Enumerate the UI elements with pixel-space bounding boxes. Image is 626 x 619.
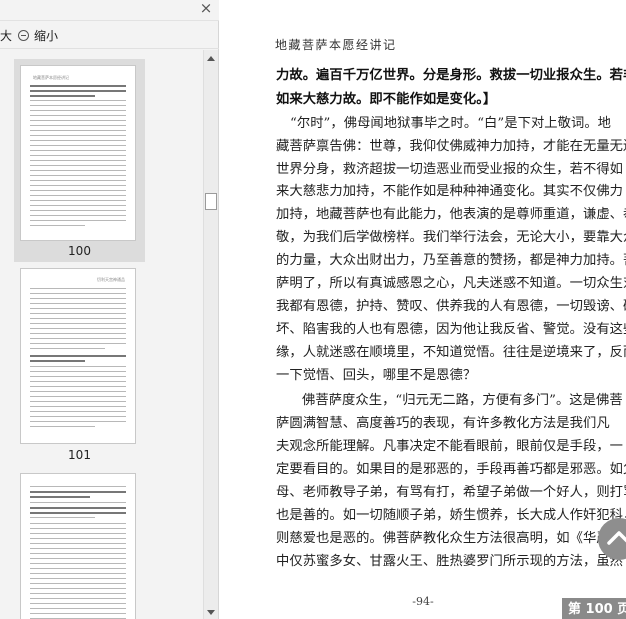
text-line: 来大慈悲力加持，不能作如是种种神通变化。其实不仅佛力 [276, 184, 624, 199]
text-line: 加持，地藏菩萨也有此能力，他表演的是尊师重道，谦虚、恭 [276, 207, 626, 222]
text-line: 萨明了，所以有真诚感恩之心，凡夫迷惑不知道。一切众生对 [276, 276, 626, 291]
thumbnail-scrollbar[interactable] [203, 50, 218, 619]
thumbnail-image: 忉利天宫神通品 [20, 268, 136, 444]
scroll-down-icon[interactable] [207, 610, 215, 615]
text-line: 夫观念所能理解。凡事决定不能看眼前，眼前仅是手段，一 [276, 439, 624, 454]
text-line: 的力量，大众出财出力，乃至善意的赞扬，都是神力加持。菩 [276, 253, 626, 268]
close-icon[interactable]: × [199, 0, 213, 18]
zoom-out-icon [18, 29, 30, 41]
text-line: 缘，人就迷惑在顺境里，不知道觉悟。往往是逆境来了，反而能 [276, 345, 626, 360]
thumbnail-header: 地藏菩萨本愿经讲记 [33, 75, 69, 80]
thumbnail-list: 地藏菩萨本愿经讲记 100 忉利天宫神通品 101 [0, 50, 203, 619]
back-to-top-icon [607, 531, 626, 545]
text-line: 中仅苏蜜多女、甘露火王、胜热婆罗门所示现的方法，虽然 [276, 554, 624, 569]
zoom-out-button[interactable]: 缩小 [18, 27, 58, 44]
text-line: 如来大慈力故。即不能作如是变化。】 [276, 92, 497, 107]
thumbnail-page-101[interactable]: 忉利天宫神通品 101 [14, 262, 145, 467]
text-line: 定要看目的。如果目的是邪恶的，手段再善巧都是邪恶。如父 [276, 462, 626, 477]
text-line: 母、老师教导子弟，有骂有打，希望子弟做一个好人，则打骂 [276, 485, 626, 500]
thumbnail-page-100[interactable]: 地藏菩萨本愿经讲记 100 [14, 59, 145, 262]
thumbnail-image: 地藏菩萨本愿经讲记 [20, 65, 136, 241]
thumbnail-label: 101 [68, 448, 91, 462]
thumbnail-image [20, 473, 136, 619]
thumbnail-panel: × 大 缩小 地藏菩萨本愿经讲记 100 忉利天宫神通品 101 [0, 0, 219, 619]
text-line: 藏菩萨禀告佛：世尊，我仰仗佛威神力加持，才能在无量无边 [276, 139, 626, 154]
thumbnail-page-102[interactable] [14, 467, 145, 619]
panel-top-strip: × [0, 0, 219, 21]
scroll-up-icon[interactable] [207, 56, 215, 61]
text-line: 力故。遍百千万亿世界。分是身形。救拔一切业报众生。若非 [276, 68, 626, 83]
zoom-out-label: 缩小 [34, 28, 59, 43]
thumbnail-header: 忉利天宫神通品 [97, 277, 125, 282]
text-line: 敬，为我们后学做榜样。我们举行法会，无论大小，要靠大众 [276, 230, 626, 245]
text-line: 萨圆满智慧、高度善巧的表现，有许多教化方法是我们凡 [276, 416, 610, 431]
document-page: 地藏菩萨本愿经讲记 力故。遍百千万亿世界。分是身形。救拔一切业报众生。若非 如来… [220, 0, 626, 619]
text-line: 则慈爱也是恶的。佛菩萨教化众生方法很高明，如《华严经》 [276, 531, 626, 546]
text-line: 坏、陷害我的人也有恩德，因为他让我反省、警觉。没有这些逆 [276, 322, 626, 337]
current-page-indicator: 第 100 页 [562, 598, 626, 619]
text-line: 一下觉悟、回头，哪里不是恩德？ [276, 368, 477, 383]
text-line: 也是善的。如一切随顺子弟，娇生惯养，长大成人作奸犯科， [276, 508, 626, 523]
text-line: 我都有恩德，护持、赞叹、供养我的人有恩德，一切毁谤、破 [276, 299, 626, 314]
zoom-in-button[interactable]: 大 [0, 27, 12, 44]
back-to-top-button[interactable] [598, 518, 626, 560]
text-line: “尔时”，佛母闻地狱事毕之时。“白”是下对上敬词。地 [290, 116, 612, 131]
page-header: 地藏菩萨本愿经讲记 [275, 38, 397, 52]
text-line: 佛菩萨度众生，“归元无二路，方便有多门”。这是佛菩 [302, 393, 623, 408]
zoom-bar: 大 缩小 [0, 22, 219, 49]
scroll-thumb[interactable] [205, 193, 217, 210]
text-line: 世界分身，救济超拔一切造恶业而受业报的众生，若不得如 [276, 162, 624, 177]
thumbnail-label: 100 [68, 244, 91, 258]
